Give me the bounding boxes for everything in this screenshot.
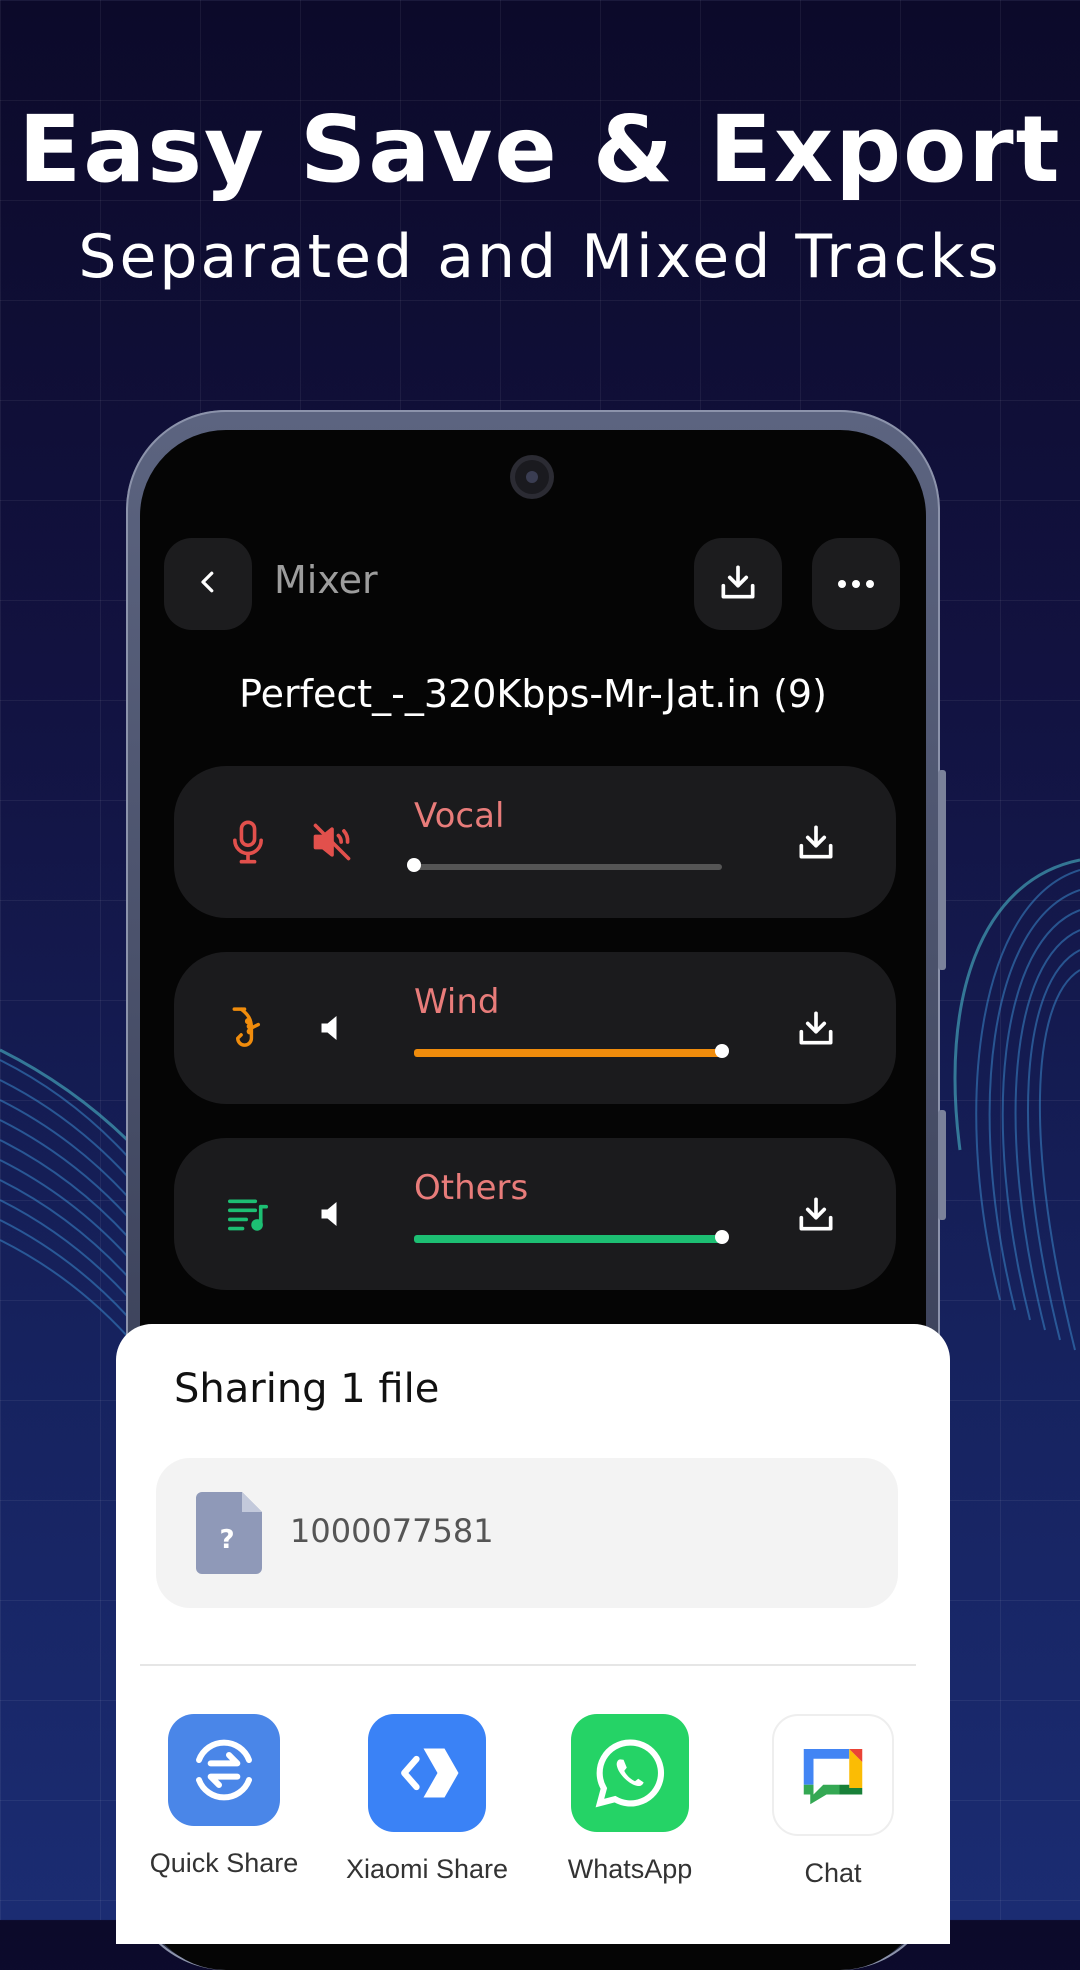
share-target-whatsapp[interactable]: WhatsApp: [530, 1714, 730, 1885]
more-options-button[interactable]: [812, 538, 900, 630]
whatsapp-icon: [571, 1714, 689, 1832]
track-row-others: Others: [174, 1138, 896, 1290]
song-title: Perfect_-_320Kbps-Mr-Jat.in (9): [239, 672, 827, 716]
phone-side-button: [938, 1110, 946, 1220]
chevron-left-icon: [193, 567, 223, 601]
volume-slider-knob[interactable]: [715, 1230, 729, 1244]
xiaomi-share-icon: [368, 1714, 486, 1832]
unknown-file-icon: ?: [196, 1492, 262, 1578]
volume-slider-knob[interactable]: [715, 1044, 729, 1058]
volume-slider-fill: [414, 1235, 722, 1243]
track-row-vocal: Vocal: [174, 766, 896, 918]
shared-file-name: 1000077581: [290, 1512, 494, 1550]
svg-text:?: ?: [219, 1525, 234, 1555]
hero-title: Easy Save & Export: [18, 96, 1062, 203]
share-target-label: Quick Share: [149, 1848, 299, 1878]
volume-muted-button[interactable]: [304, 814, 360, 870]
share-target-chat[interactable]: Chat: [733, 1714, 933, 1889]
download-track-button[interactable]: [788, 814, 844, 870]
share-target-quick-share[interactable]: Quick Share: [124, 1714, 324, 1879]
track-label: Others: [414, 1168, 529, 1208]
share-target-label: Xiaomi Share: [345, 1854, 509, 1884]
back-button[interactable]: [164, 538, 252, 630]
shared-file-card[interactable]: ? 1000077581: [156, 1458, 898, 1608]
hero-subtitle: Separated and Mixed Tracks: [78, 222, 1002, 292]
track-label: Vocal: [414, 796, 505, 836]
download-all-button[interactable]: [694, 538, 782, 630]
front-camera: [515, 460, 549, 494]
track-label: Wind: [414, 982, 500, 1022]
volume-button[interactable]: [304, 1186, 360, 1242]
share-target-xiaomi-share[interactable]: Xiaomi Share: [327, 1714, 527, 1885]
microphone-icon: [220, 814, 276, 870]
playlist-music-icon: [220, 1186, 276, 1242]
volume-slider-fill: [414, 1049, 722, 1057]
track-row-wind: Wind: [174, 952, 896, 1104]
volume-slider[interactable]: [407, 858, 722, 872]
app-bar-title: Mixer: [274, 558, 378, 602]
divider: [140, 1664, 916, 1666]
volume-slider[interactable]: [414, 1044, 729, 1058]
share-target-label: WhatsApp: [567, 1854, 693, 1884]
download-track-button[interactable]: [788, 1000, 844, 1056]
quick-share-icon: [168, 1714, 280, 1826]
volume-slider[interactable]: [414, 1230, 729, 1244]
volume-slider-knob[interactable]: [407, 858, 421, 872]
more-horizontal-icon: [836, 575, 876, 594]
share-target-label: Chat: [804, 1858, 862, 1888]
download-track-button[interactable]: [788, 1186, 844, 1242]
volume-button[interactable]: [304, 1000, 360, 1056]
share-sheet-title: Sharing 1 file: [174, 1366, 440, 1412]
download-icon: [716, 560, 760, 608]
saxophone-icon: [220, 1000, 276, 1056]
google-chat-icon: [772, 1714, 894, 1836]
share-sheet: Sharing 1 file ? 1000077581 Quick Share …: [116, 1324, 950, 1944]
phone-side-button: [938, 770, 946, 970]
